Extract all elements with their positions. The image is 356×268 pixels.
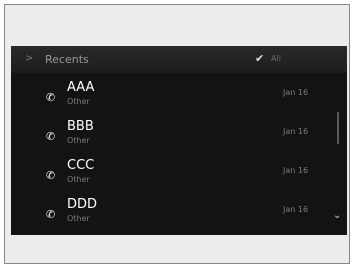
contact-type: Other [67, 97, 90, 106]
recents-list: ✆ AAA Other Jan 16 ✆ BBB Other Jan 16 ✆ … [11, 78, 331, 235]
phone-call-icon: ✆ [46, 208, 56, 221]
contact-name: BBB [67, 119, 94, 134]
list-item[interactable]: ✆ BBB Other Jan 16 [11, 117, 331, 155]
check-icon[interactable]: ✔ [255, 52, 264, 65]
contact-type: Other [67, 214, 90, 223]
filter-label[interactable]: All [271, 54, 281, 63]
phone-call-icon: ✆ [46, 130, 56, 143]
chevron-right-icon[interactable]: > [25, 53, 33, 64]
phone-call-icon: ✆ [46, 91, 56, 104]
phone-call-icon: ✆ [46, 169, 56, 182]
contact-name: DDD [67, 197, 98, 212]
page-title: Recents [45, 53, 89, 66]
call-date: Jan 16 [283, 166, 309, 175]
chevron-down-icon[interactable]: ⌄ [333, 210, 341, 221]
list-item[interactable]: ✆ DDD Other Jan 16 [11, 195, 331, 233]
call-date: Jan 16 [283, 127, 309, 136]
recents-screen: > Recents ✔ All ✆ AAA Other Jan 16 ✆ BBB… [11, 46, 347, 235]
recents-header: > Recents ✔ All [11, 46, 347, 73]
contact-name: AAA [67, 80, 95, 95]
list-item[interactable]: ✆ CCC Other Jan 16 [11, 156, 331, 194]
contact-name: CCC [67, 158, 95, 173]
call-date: Jan 16 [283, 88, 309, 97]
screen-frame: > Recents ✔ All ✆ AAA Other Jan 16 ✆ BBB… [4, 4, 350, 264]
call-date: Jan 16 [283, 205, 309, 214]
contact-type: Other [67, 175, 90, 184]
scrollbar[interactable] [337, 112, 339, 144]
list-item[interactable]: ✆ AAA Other Jan 16 [11, 78, 331, 116]
contact-type: Other [67, 136, 90, 145]
